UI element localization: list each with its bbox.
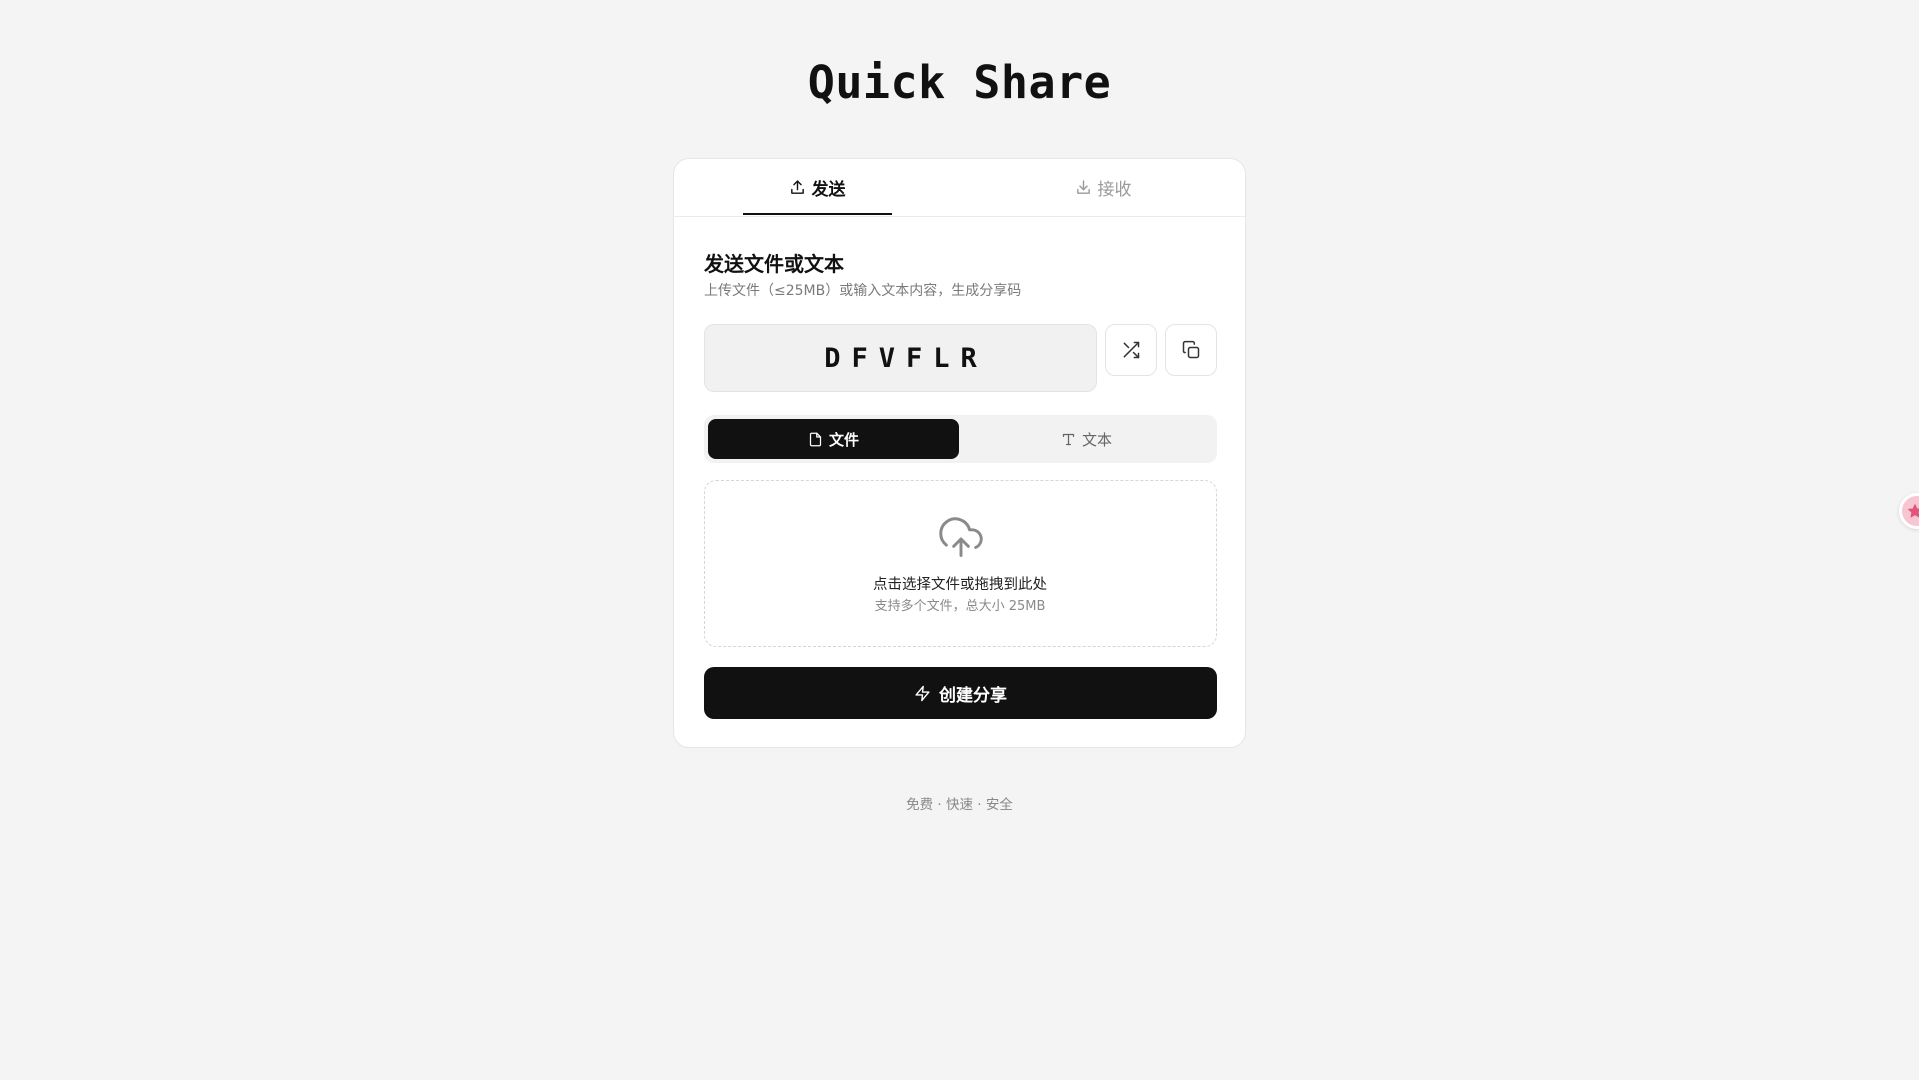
file-dropzone[interactable]: 点击选择文件或拖拽到此处 支持多个文件，总大小 25MB <box>704 480 1217 647</box>
mode-file-label: 文件 <box>828 430 859 449</box>
tab-send-label: 发送 <box>811 180 846 200</box>
text-icon <box>1062 433 1075 445</box>
copy-icon <box>1182 340 1200 359</box>
page-title: Quick Share <box>807 56 1112 109</box>
regenerate-code-button[interactable] <box>1105 324 1157 376</box>
download-icon <box>1076 180 1090 194</box>
dropzone-subtitle: 支持多个文件，总大小 25MB <box>874 599 1046 614</box>
tab-send[interactable]: 发送 <box>674 159 960 216</box>
dropzone-title: 点击选择文件或拖拽到此处 <box>873 577 1047 593</box>
share-card: 发送 接收 发送文件或文本 上传文件（≤25MB）或输入文本内容，生成分享码 D… <box>673 158 1246 748</box>
copy-code-button[interactable] <box>1165 324 1217 376</box>
mode-text-button[interactable]: 文本 <box>961 419 1212 459</box>
active-tab-indicator <box>743 213 892 215</box>
cloud-upload-icon <box>939 517 983 557</box>
star-icon <box>1907 503 1919 518</box>
share-code-display: DFVFLR <box>704 324 1097 392</box>
section-heading: 发送文件或文本 <box>704 252 844 276</box>
mode-file-button[interactable]: 文件 <box>708 419 959 459</box>
create-share-label: 创建分享 <box>939 685 1007 706</box>
footer-tagline: 免费 · 快速 · 安全 <box>906 797 1013 813</box>
floating-widget-button[interactable] <box>1899 493 1919 529</box>
tab-receive[interactable]: 接收 <box>960 159 1246 216</box>
mode-text-label: 文本 <box>1081 430 1112 449</box>
create-share-button[interactable]: 创建分享 <box>704 667 1217 719</box>
tab-receive-label: 接收 <box>1097 180 1132 200</box>
mode-switch: 文件 文本 <box>704 415 1217 463</box>
tab-bar: 发送 接收 <box>674 159 1245 217</box>
section-subtitle: 上传文件（≤25MB）或输入文本内容，生成分享码 <box>704 283 1022 299</box>
shuffle-icon <box>1123 341 1140 359</box>
upload-icon <box>790 180 804 194</box>
file-icon <box>809 432 822 446</box>
zap-icon <box>915 685 930 701</box>
